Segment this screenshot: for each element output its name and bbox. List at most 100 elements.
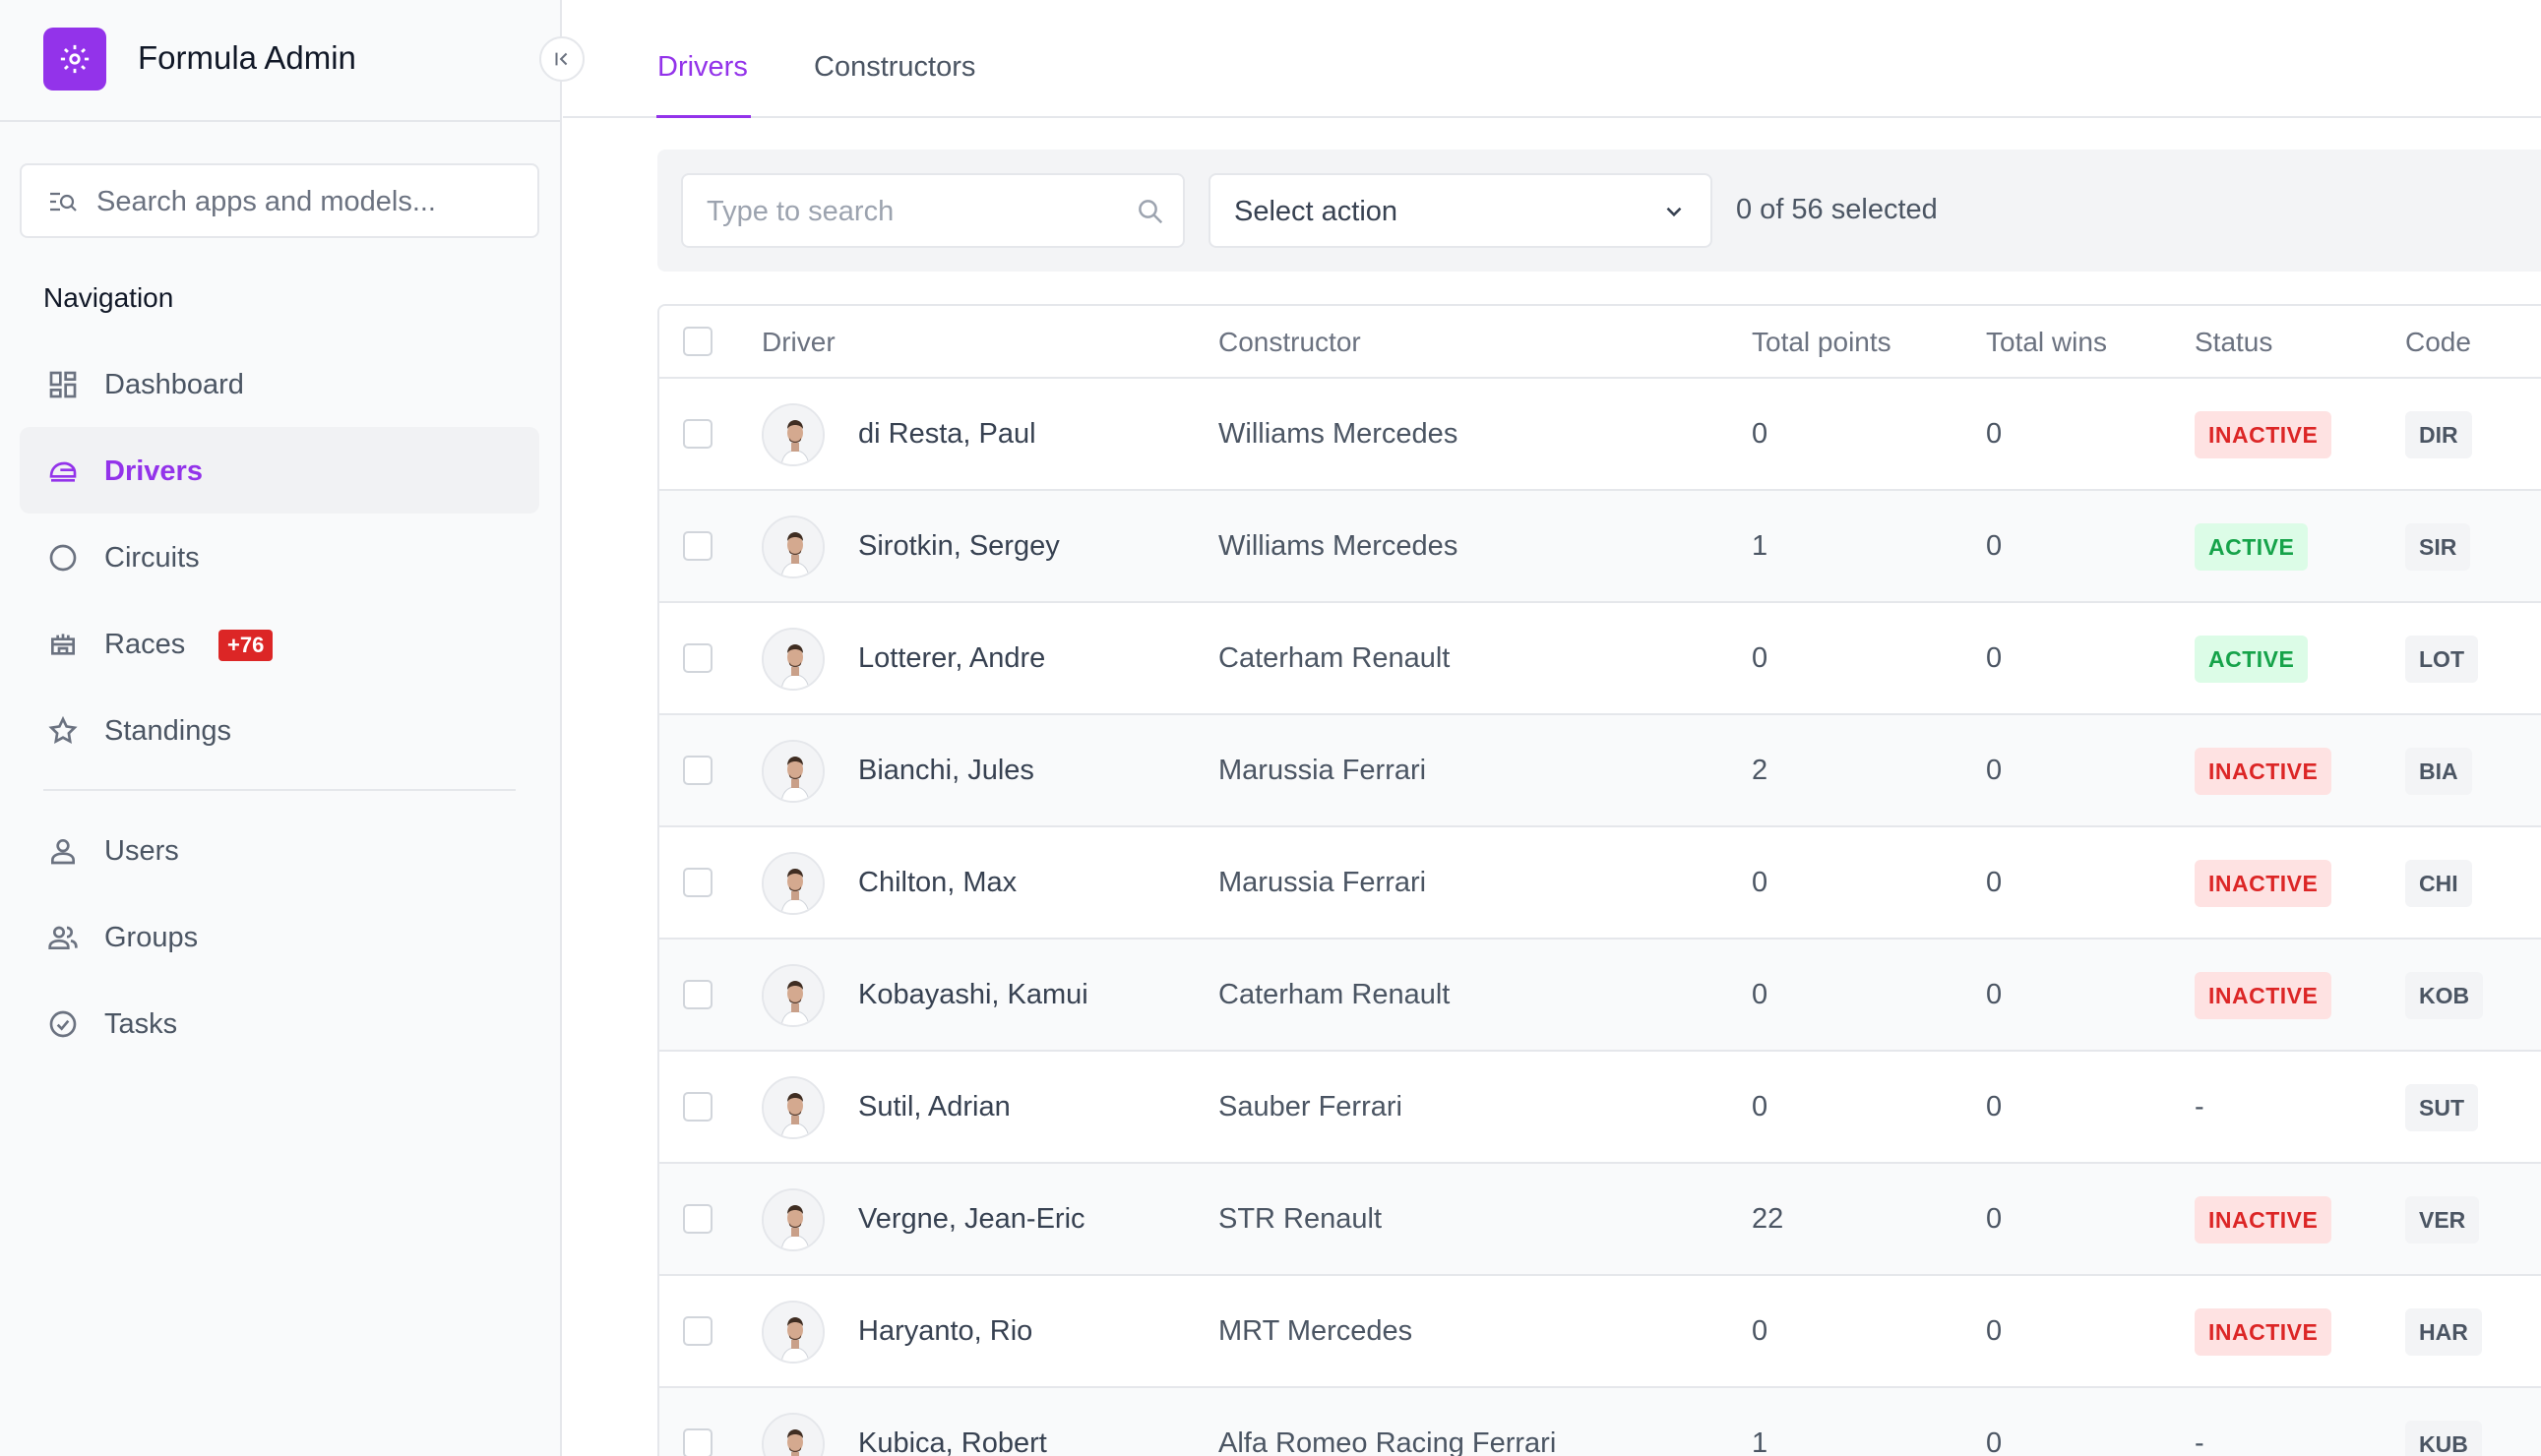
total-wins: 0 xyxy=(1986,1315,2003,1347)
code-badge: BIA xyxy=(2405,748,2472,795)
column-header-code[interactable]: Code xyxy=(2405,327,2471,358)
table-row[interactable]: Sirotkin, Sergey Williams Mercedes 1 0 ACTIV… xyxy=(659,491,2541,603)
row-checkbox[interactable] xyxy=(683,1316,713,1346)
brand-header: Formula Admin xyxy=(0,0,562,122)
driver-name[interactable]: Bianchi, Jules xyxy=(858,755,1034,787)
sidebar-item-users[interactable]: Users xyxy=(20,807,539,893)
tab-constructors[interactable]: Constructors xyxy=(814,51,975,84)
collapse-sidebar-button[interactable] xyxy=(539,36,585,82)
driver-name[interactable]: Chilton, Max xyxy=(858,867,1017,899)
navigation-heading: Navigation xyxy=(43,282,174,313)
sidebar-divider xyxy=(43,789,516,791)
driver-name[interactable]: Lotterer, Andre xyxy=(858,642,1045,675)
driver-avatar xyxy=(762,964,825,1027)
sidebar-item-dashboard[interactable]: Dashboard xyxy=(20,340,539,427)
table-row[interactable]: Kubica, Robert Alfa Romeo Racing Ferrari 1… xyxy=(659,1388,2541,1456)
driver-avatar xyxy=(762,628,825,691)
sidebar-item-label: Users xyxy=(104,835,179,867)
driver-name[interactable]: Haryanto, Rio xyxy=(858,1315,1032,1348)
grid-icon xyxy=(47,369,79,400)
row-checkbox[interactable] xyxy=(683,1204,713,1234)
driver-name[interactable]: Vergne, Jean-Eric xyxy=(858,1203,1085,1236)
driver-avatar xyxy=(762,1076,825,1139)
sidebar-item-label: Standings xyxy=(104,715,231,747)
column-header-wins[interactable]: Total wins xyxy=(1986,327,2107,358)
column-header-status[interactable]: Status xyxy=(2195,327,2272,358)
driver-avatar xyxy=(762,516,825,578)
constructor-name: Marussia Ferrari xyxy=(1218,755,1427,786)
constructor-name: Marussia Ferrari xyxy=(1218,867,1427,898)
column-header-points[interactable]: Total points xyxy=(1752,327,1891,358)
search-icon xyxy=(1136,197,1165,231)
gear-icon[interactable] xyxy=(43,28,106,91)
row-checkbox[interactable] xyxy=(683,1428,713,1456)
tab-drivers[interactable]: Drivers xyxy=(657,51,748,84)
sidebar-item-tasks[interactable]: Tasks xyxy=(20,980,539,1066)
driver-avatar xyxy=(762,740,825,803)
table-row[interactable]: Chilton, Max Marussia Ferrari 0 0 INACTIVE CH… xyxy=(659,827,2541,940)
total-wins: 0 xyxy=(1986,418,2003,450)
row-checkbox[interactable] xyxy=(683,756,713,785)
code-badge: LOT xyxy=(2405,636,2478,683)
row-checkbox[interactable] xyxy=(683,868,713,897)
search-list-icon xyxy=(47,189,79,221)
code-badge: CHI xyxy=(2405,860,2472,907)
row-checkbox[interactable] xyxy=(683,980,713,1009)
row-checkbox[interactable] xyxy=(683,419,713,449)
column-header-constructor[interactable]: Constructor xyxy=(1218,327,1361,358)
table-row[interactable]: di Resta, Paul Williams Mercedes 0 0 INACTIV… xyxy=(659,379,2541,491)
table-search-input[interactable] xyxy=(707,189,1120,234)
sidebar-item-drivers[interactable]: Drivers xyxy=(20,427,539,514)
code-badge: KOB xyxy=(2405,972,2484,1019)
table-row[interactable]: Bianchi, Jules Marussia Ferrari 2 0 INACTIVE… xyxy=(659,715,2541,827)
table-row[interactable]: Vergne, Jean-Eric STR Renault 22 0 INACTIVE V… xyxy=(659,1164,2541,1276)
row-checkbox[interactable] xyxy=(683,1092,713,1122)
driver-avatar xyxy=(762,1413,825,1456)
total-wins: 0 xyxy=(1986,755,2003,786)
sidebar-search-input[interactable] xyxy=(96,179,529,224)
select-all-checkbox[interactable] xyxy=(683,327,713,356)
constructor-name: MRT Mercedes xyxy=(1218,1315,1413,1347)
stadium-icon xyxy=(47,629,79,660)
table-row[interactable]: Lotterer, Andre Caterham Renault 0 0 ACTIVE L… xyxy=(659,603,2541,715)
sidebar-item-label: Groups xyxy=(104,922,199,953)
app-title: Formula Admin xyxy=(138,39,356,76)
total-points: 1 xyxy=(1752,530,1768,562)
total-points: 0 xyxy=(1752,418,1768,450)
action-select[interactable]: Select action xyxy=(1209,173,1712,248)
code-badge: DIR xyxy=(2405,411,2472,458)
list-toolbar: Select action 0 of 56 selected xyxy=(657,150,2541,272)
sidebar: Formula Admin Navigation xyxy=(0,0,585,1456)
races-count-badge: +76 xyxy=(218,630,274,661)
table-row[interactable]: Kobayashi, Kamui Caterham Renault 0 0 INACTI… xyxy=(659,940,2541,1052)
table-row[interactable]: Haryanto, Rio MRT Mercedes 0 0 INACTIVE HAR xyxy=(659,1276,2541,1388)
driver-name[interactable]: Kobayashi, Kamui xyxy=(858,979,1088,1011)
circle-icon xyxy=(47,542,79,574)
sidebar-item-groups[interactable]: Groups xyxy=(20,893,539,980)
code-badge: SIR xyxy=(2405,523,2471,571)
person-icon xyxy=(47,835,79,867)
status-badge: INACTIVE xyxy=(2195,1308,2332,1356)
sidebar-item-standings[interactable]: Standings xyxy=(20,687,539,773)
status-badge: INACTIVE xyxy=(2195,860,2332,907)
row-checkbox[interactable] xyxy=(683,643,713,673)
table-search[interactable] xyxy=(681,173,1185,248)
total-points: 0 xyxy=(1752,642,1768,674)
driver-name[interactable]: Kubica, Robert xyxy=(858,1427,1047,1456)
sidebar-item-circuits[interactable]: Circuits xyxy=(20,514,539,600)
row-checkbox[interactable] xyxy=(683,531,713,561)
sidebar-item-label: Dashboard xyxy=(104,369,244,400)
sidebar-item-races[interactable]: Races +76 xyxy=(20,600,539,687)
driver-name[interactable]: Sirotkin, Sergey xyxy=(858,530,1060,563)
total-points: 22 xyxy=(1752,1203,1784,1235)
driver-name[interactable]: Sutil, Adrian xyxy=(858,1091,1011,1123)
table-row[interactable]: Sutil, Adrian Sauber Ferrari 0 0 - SUT xyxy=(659,1052,2541,1164)
status-badge: ACTIVE xyxy=(2195,523,2309,571)
driver-name[interactable]: di Resta, Paul xyxy=(858,418,1036,451)
code-badge: HAR xyxy=(2405,1308,2482,1356)
constructor-name: Alfa Romeo Racing Ferrari xyxy=(1218,1427,1557,1456)
column-header-driver[interactable]: Driver xyxy=(762,327,836,358)
check-circle-icon xyxy=(47,1008,79,1040)
main-content: Drivers Constructors Select action xyxy=(563,0,2541,1456)
sidebar-search[interactable] xyxy=(20,163,539,238)
